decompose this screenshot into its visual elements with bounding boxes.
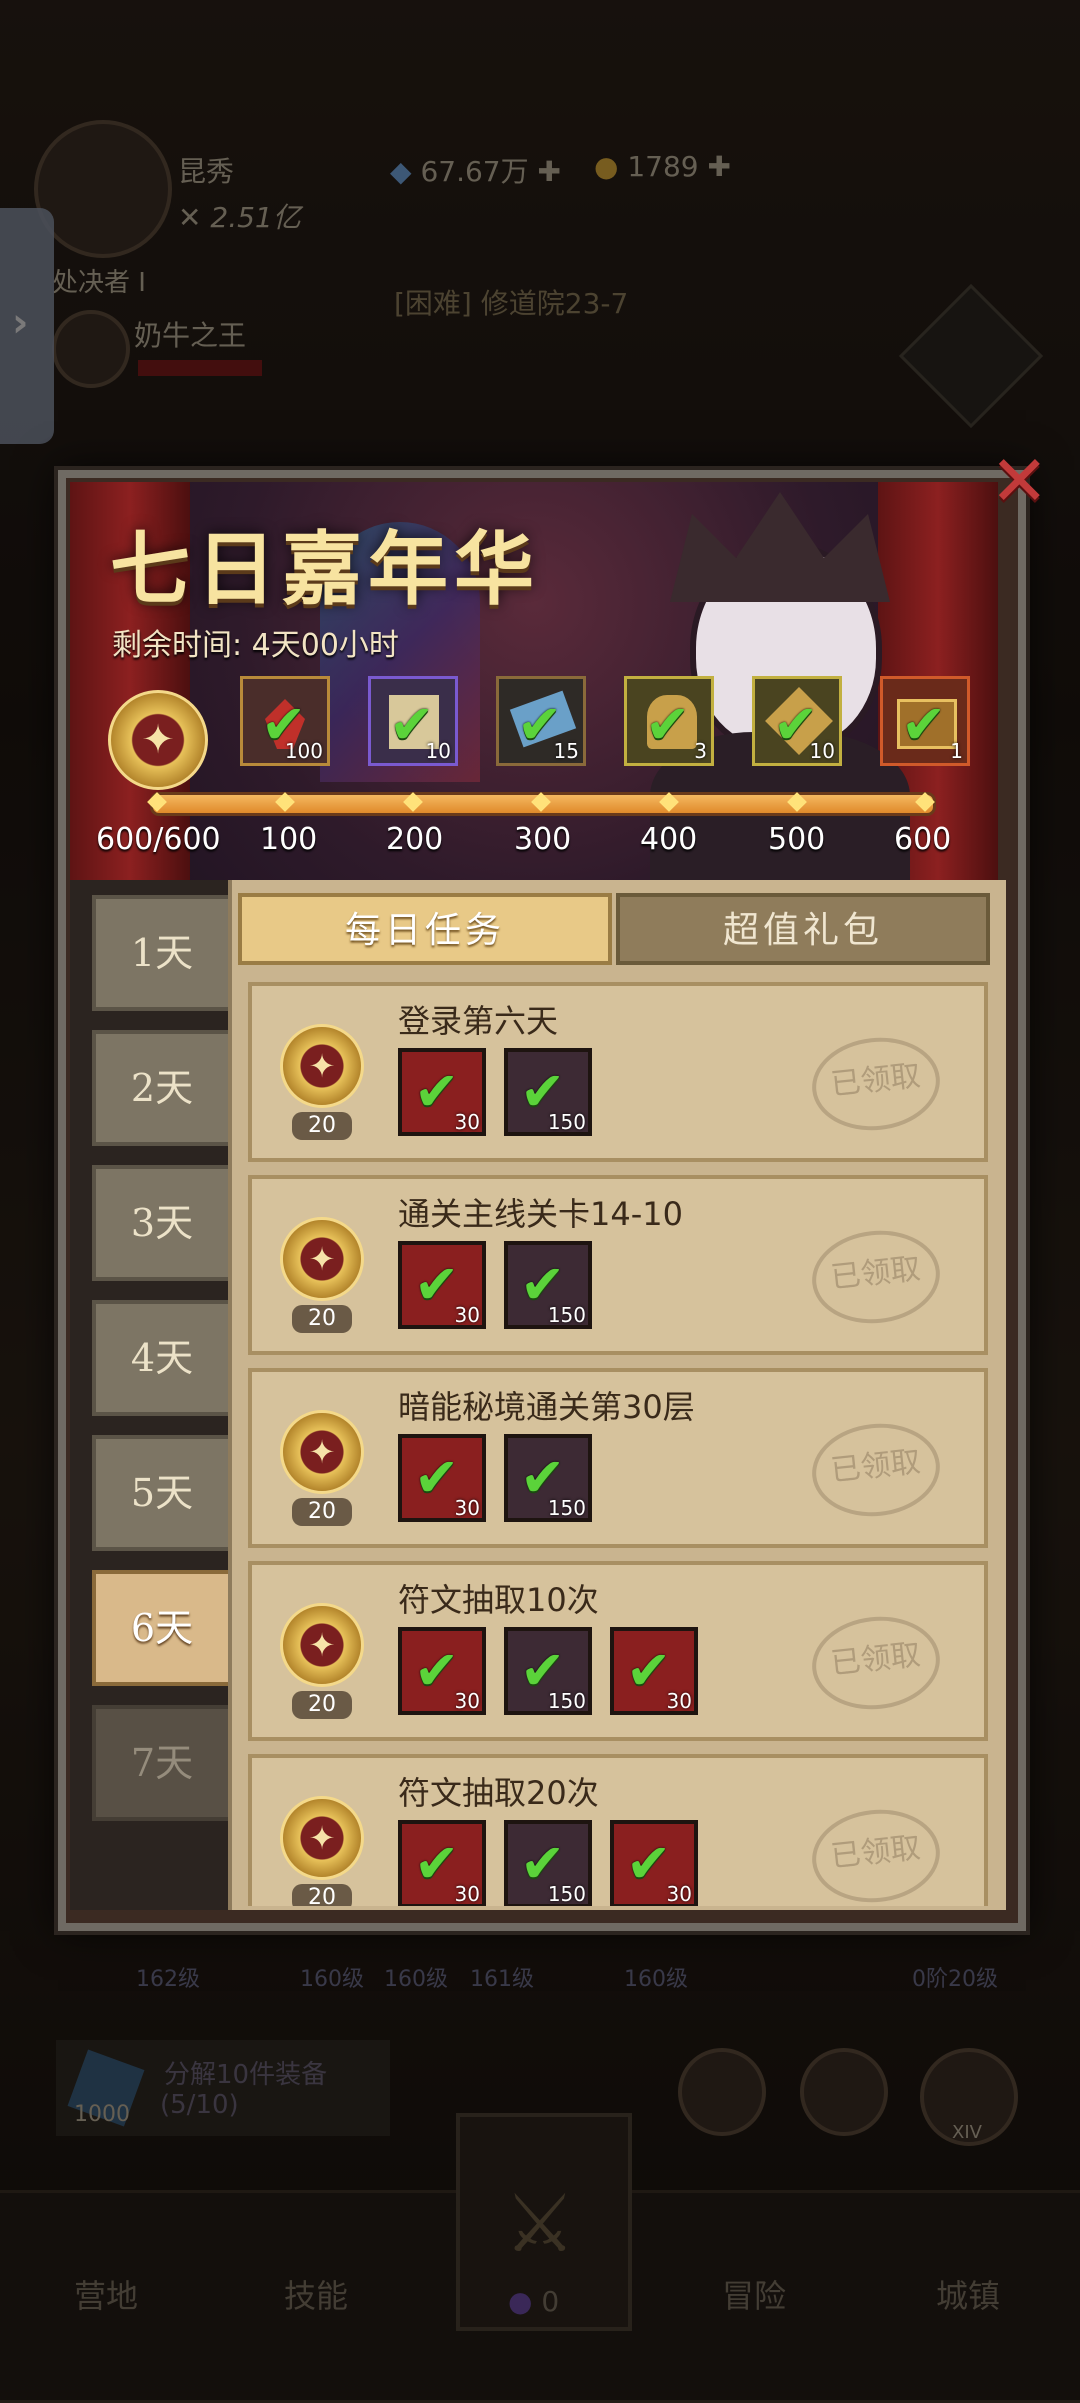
points-medal-icon: ✦ <box>280 1024 364 1108</box>
milestone-label: 400 <box>640 822 698 857</box>
character-crown <box>670 492 890 602</box>
task-points: 20 <box>292 1305 352 1333</box>
task-card: 符文抽取10次 ✦ 20 ✔ 30 ✔ 150 ✔ 30 已领取 <box>248 1561 988 1741</box>
day-tab-5[interactable]: 5天 <box>92 1435 232 1551</box>
item-count: 150 <box>547 1110 586 1134</box>
claimed-check-icon: ✔ <box>626 1639 672 1702</box>
day-tab-2[interactable]: 2天 <box>92 1030 232 1146</box>
task-title: 登录第六天 <box>398 1002 559 1040</box>
item-count: 150 <box>547 1303 586 1327</box>
reward-count: 10 <box>809 739 835 763</box>
claimed-check-icon: ✔ <box>414 1639 460 1702</box>
task-card: 暗能秘境通关第30层 ✦ 20 ✔ 30 ✔ 150 已领取 <box>248 1368 988 1548</box>
milestone-label: 100 <box>260 822 318 857</box>
item-count: 30 <box>666 1882 692 1906</box>
item-count: 30 <box>666 1689 692 1713</box>
points-medal-icon: ✦ <box>280 1410 364 1494</box>
milestone-reward-400[interactable]: ✔ 3 <box>624 676 714 766</box>
task-card: 登录第六天 ✦ 20 ✔ 30 ✔ 150 已领取 <box>248 982 988 1162</box>
task-title: 符文抽取20次 <box>398 1774 599 1812</box>
milestone-label: 600 <box>894 822 952 857</box>
item-count: 30 <box>454 1110 480 1134</box>
claimed-stamp: 已领取 <box>807 1031 945 1137</box>
purple-crystal-icon[interactable]: ✔ 150 <box>504 1627 592 1715</box>
reward-count: 3 <box>694 739 707 763</box>
claimed-check-icon: ✔ <box>626 1832 672 1895</box>
remaining-time: 剩余时间: 4天00小时 <box>112 620 399 664</box>
item-count: 150 <box>547 1496 586 1520</box>
day-tab-4[interactable]: 4天 <box>92 1300 232 1416</box>
claimed-check-icon: ✔ <box>901 693 947 756</box>
red-gem-icon[interactable]: ✔ 30 <box>610 1820 698 1906</box>
gold-stone-icon[interactable]: ✔ 30 <box>398 1434 486 1522</box>
points-medal-icon: ✦ <box>108 690 208 790</box>
claimed-check-icon: ✔ <box>645 693 691 756</box>
claimed-check-icon: ✔ <box>414 1253 460 1316</box>
task-card: 通关主线关卡14-10 ✦ 20 ✔ 30 ✔ 150 已领取 <box>248 1175 988 1355</box>
gold-stone-icon[interactable]: ✔ 30 <box>398 1820 486 1906</box>
task-points: 20 <box>292 1112 352 1140</box>
purple-crystal-icon[interactable]: ✔ 150 <box>504 1820 592 1906</box>
purple-crystal-icon[interactable]: ✔ 150 <box>504 1241 592 1329</box>
remaining-value: 4天00小时 <box>251 628 399 663</box>
task-points: 20 <box>292 1884 352 1906</box>
task-points: 20 <box>292 1691 352 1719</box>
gold-stone-icon[interactable]: ✔ 30 <box>398 1241 486 1329</box>
reward-count: 15 <box>553 739 579 763</box>
purple-crystal-icon[interactable]: ✔ 150 <box>504 1434 592 1522</box>
remaining-label: 剩余时间: <box>112 628 243 663</box>
day-tab-6[interactable]: 6天 <box>92 1570 232 1686</box>
task-title: 暗能秘境通关第30层 <box>398 1388 695 1426</box>
claimed-check-icon: ✔ <box>414 1832 460 1895</box>
claimed-stamp: 已领取 <box>807 1803 945 1906</box>
item-count: 30 <box>454 1496 480 1520</box>
close-icon[interactable]: ✕ <box>990 440 1049 522</box>
claimed-stamp: 已领取 <box>807 1224 945 1330</box>
task-card: 符文抽取20次 ✦ 20 ✔ 30 ✔ 150 ✔ 30 已领取 <box>248 1754 988 1906</box>
claimed-stamp: 已领取 <box>807 1417 945 1523</box>
task-title: 通关主线关卡14-10 <box>398 1195 683 1233</box>
claimed-check-icon: ✔ <box>414 1446 460 1509</box>
purple-crystal-icon[interactable]: ✔ 150 <box>504 1048 592 1136</box>
milestone-label: 200 <box>386 822 444 857</box>
task-points: 20 <box>292 1498 352 1526</box>
item-count: 30 <box>454 1882 480 1906</box>
milestone-reward-200[interactable]: ✔ 10 <box>368 676 458 766</box>
milestone-reward-100[interactable]: ✔ 100 <box>240 676 330 766</box>
milestone-label: 500 <box>768 822 826 857</box>
milestone-reward-300[interactable]: ✔ 15 <box>496 676 586 766</box>
tab-value-gift[interactable]: 超值礼包 <box>616 893 990 965</box>
gold-stone-icon[interactable]: ✔ 30 <box>398 1048 486 1136</box>
task-title: 符文抽取10次 <box>398 1581 599 1619</box>
reward-count: 1 <box>950 739 963 763</box>
red-gem-icon[interactable]: ✔ 30 <box>610 1627 698 1715</box>
gold-stone-icon[interactable]: ✔ 30 <box>398 1627 486 1715</box>
item-count: 30 <box>454 1303 480 1327</box>
claimed-check-icon: ✔ <box>414 1060 460 1123</box>
tab-daily-tasks[interactable]: 每日任务 <box>238 893 612 965</box>
points-medal-icon: ✦ <box>280 1217 364 1301</box>
claimed-stamp: 已领取 <box>807 1610 945 1716</box>
progress-value: 600/600 <box>96 822 221 857</box>
day-tab-7[interactable]: 7天 <box>92 1705 232 1821</box>
reward-count: 100 <box>284 739 323 763</box>
day-tab-1[interactable]: 1天 <box>92 895 232 1011</box>
milestone-reward-600[interactable]: ✔ 1 <box>880 676 970 766</box>
item-count: 30 <box>454 1689 480 1713</box>
milestone-reward-500[interactable]: ✔ 10 <box>752 676 842 766</box>
item-count: 150 <box>547 1689 586 1713</box>
points-medal-icon: ✦ <box>280 1603 364 1687</box>
milestone-label: 300 <box>514 822 572 857</box>
event-title: 七日嘉年华 <box>110 522 540 616</box>
task-list[interactable]: 登录第六天 ✦ 20 ✔ 30 ✔ 150 已领取 通关主线关卡14-10 ✦ 20… <box>248 982 988 1906</box>
day-tab-3[interactable]: 3天 <box>92 1165 232 1281</box>
reward-count: 10 <box>425 739 451 763</box>
item-count: 150 <box>547 1882 586 1906</box>
points-medal-icon: ✦ <box>280 1796 364 1880</box>
